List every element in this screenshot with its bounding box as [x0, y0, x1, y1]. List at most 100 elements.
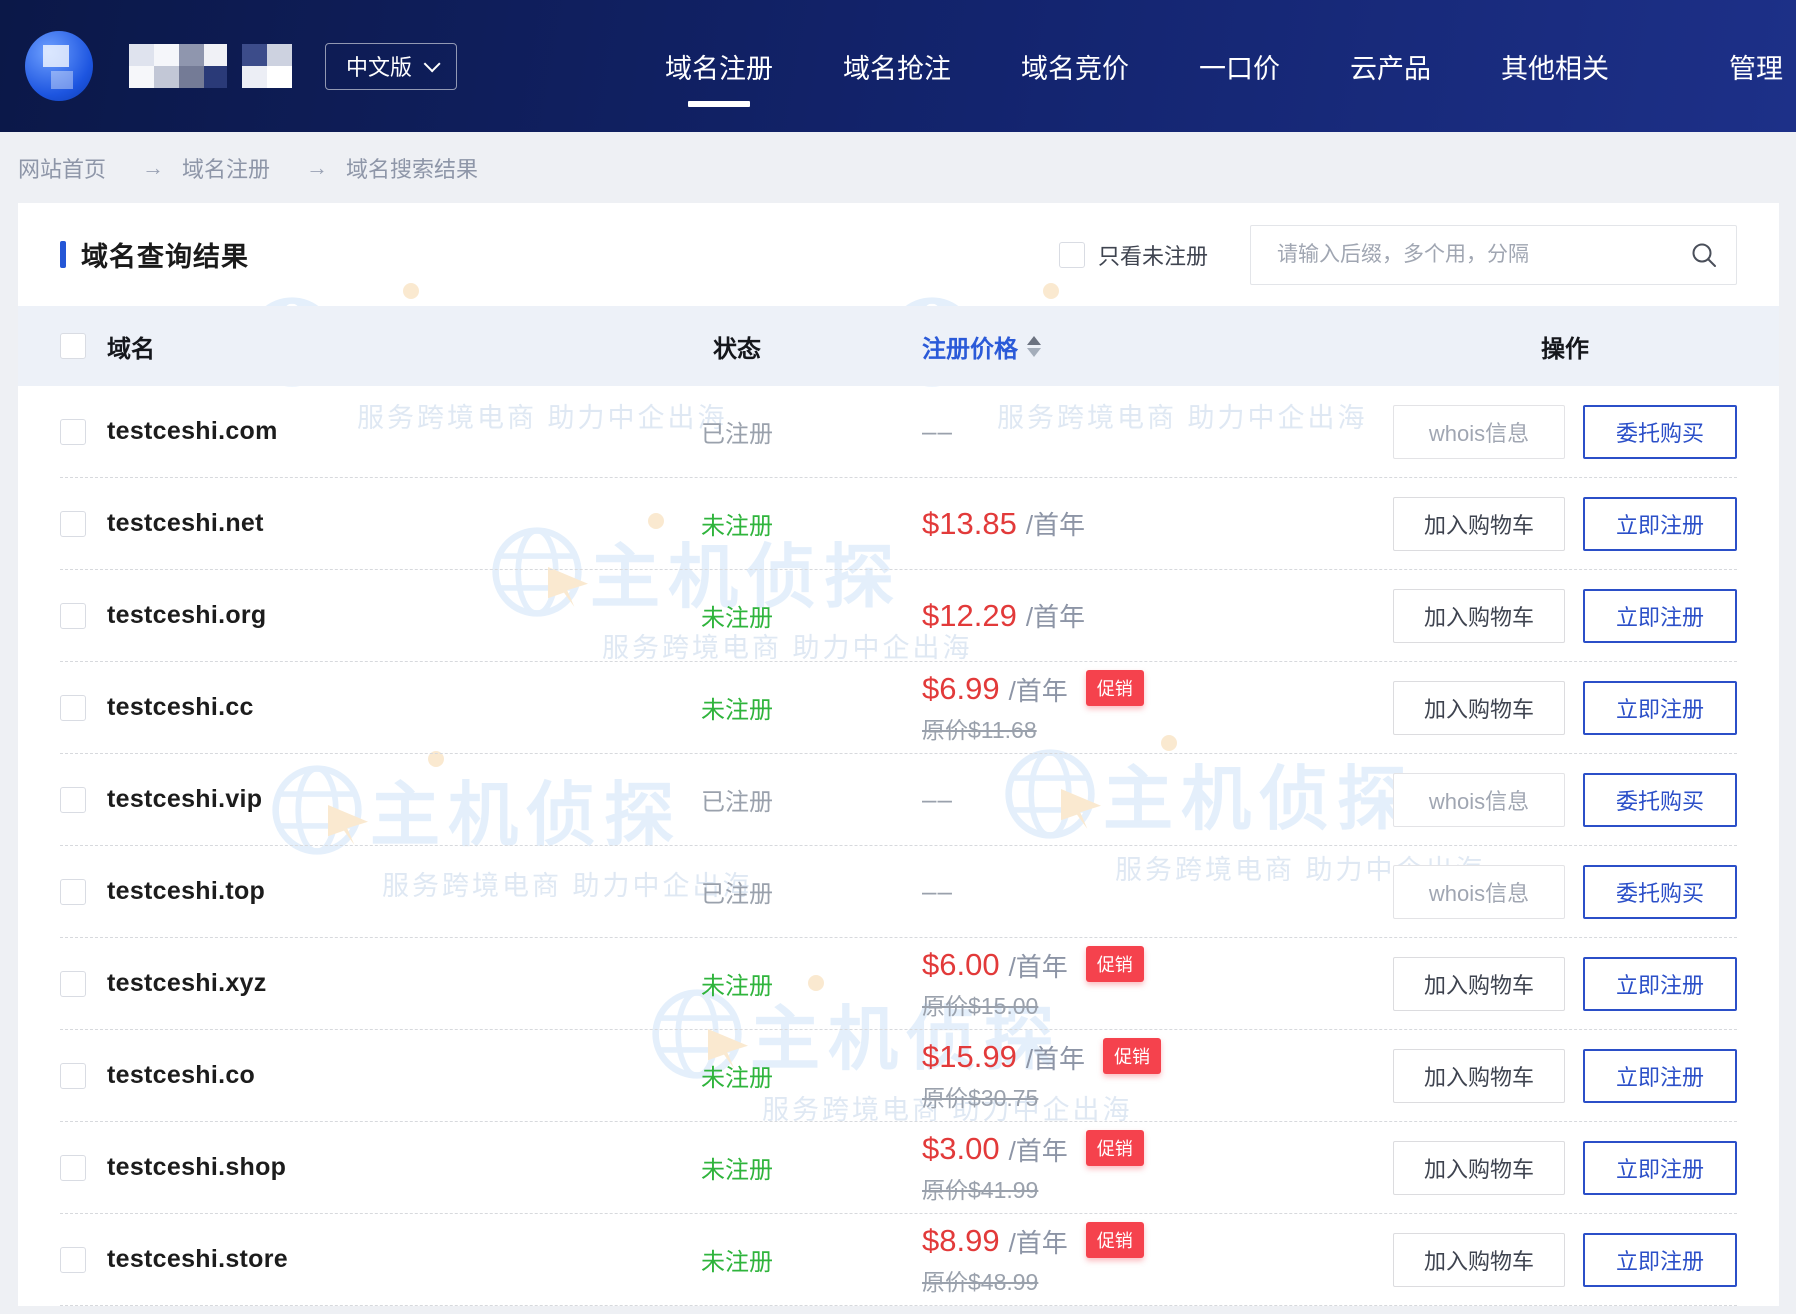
results-card: 主机侦探 服务跨境电商 助力中企出海 主机侦探 服务跨境电商 助力中企出海 主机… — [18, 203, 1779, 1306]
price-value: $13.85 — [922, 505, 1017, 541]
price-unit: /首年 — [1025, 602, 1086, 632]
whois-button[interactable]: whois信息 — [1393, 772, 1565, 827]
nav-item-buy-now[interactable]: 一口价 — [1199, 47, 1280, 86]
table-row: testceshi.net 未注册 $13.85 /首年 加入购物车 立即注册 — [60, 478, 1737, 570]
select-all-checkbox[interactable] — [60, 333, 86, 359]
register-now-button[interactable]: 立即注册 — [1583, 956, 1737, 1011]
broker-buy-button[interactable]: 委托购买 — [1583, 404, 1737, 459]
domain-name: testceshi.xyz — [107, 969, 267, 997]
breadcrumb: 网站首页 → 域名注册 → 域名搜索结果 — [0, 132, 1796, 203]
broker-buy-button[interactable]: 委托购买 — [1583, 772, 1737, 827]
language-label: 中文版 — [346, 55, 413, 80]
domain-name: testceshi.net — [107, 509, 264, 537]
row-checkbox[interactable] — [60, 418, 86, 445]
price-unit: /首年 — [1008, 675, 1068, 706]
breadcrumb-arrow-icon: → — [306, 154, 329, 180]
price-value: $3.00 — [922, 1131, 1000, 1166]
original-price: 原价$30.75 — [922, 1084, 1039, 1111]
main-nav: 域名注册 域名抢注 域名竞价 一口价 云产品 其他相关 管理 — [665, 47, 1783, 86]
table-row: testceshi.shop 未注册 $3.00 /首年 促销 原价$41.99… — [60, 1122, 1737, 1214]
nav-item-domain-backorder[interactable]: 域名抢注 — [843, 47, 951, 86]
table-row: testceshi.org 未注册 $12.29 /首年 加入购物车 立即注册 — [60, 570, 1737, 662]
row-checkbox[interactable] — [60, 694, 86, 721]
header-price-sort[interactable]: 注册价格 — [922, 329, 1041, 364]
domain-name: testceshi.store — [107, 1245, 288, 1273]
row-checkbox[interactable] — [60, 602, 86, 629]
original-price: 原价$15.00 — [922, 992, 1039, 1019]
price-unit: /首年 — [1008, 1135, 1068, 1166]
register-now-button[interactable]: 立即注册 — [1583, 1232, 1737, 1287]
domain-name: testceshi.cc — [107, 693, 254, 721]
register-now-button[interactable]: 立即注册 — [1583, 588, 1737, 643]
nav-item-cloud-products[interactable]: 云产品 — [1350, 47, 1431, 86]
price-unit: /首年 — [1008, 1227, 1068, 1258]
unregistered-filter[interactable]: 只看未注册 — [1058, 239, 1208, 271]
site-logo[interactable] — [25, 31, 292, 101]
filter-checkbox[interactable] — [1058, 241, 1085, 268]
domain-name: testceshi.com — [107, 417, 278, 445]
logo-globe-icon — [25, 31, 93, 101]
row-checkbox[interactable] — [60, 510, 86, 537]
nav-item-domain-register[interactable]: 域名注册 — [665, 47, 773, 86]
table-row: testceshi.com 已注册 –– whois信息 委托购买 — [60, 386, 1737, 478]
row-checkbox[interactable] — [60, 970, 86, 997]
domain-name: testceshi.shop — [107, 1153, 287, 1181]
language-selector[interactable]: 中文版 — [325, 42, 458, 90]
table-row: testceshi.top 已注册 –– whois信息 委托购买 — [60, 846, 1737, 938]
original-price: 原价$41.99 — [922, 1176, 1039, 1203]
broker-buy-button[interactable]: 委托购买 — [1583, 864, 1737, 919]
whois-button[interactable]: whois信息 — [1393, 404, 1565, 459]
promo-badge: 促销 — [1103, 1038, 1162, 1074]
row-checkbox[interactable] — [60, 1154, 86, 1181]
nav-item-admin[interactable]: 管理 — [1729, 47, 1783, 86]
search-icon[interactable] — [1690, 241, 1718, 269]
page-title: 域名查询结果 — [81, 242, 249, 272]
table-row: testceshi.store 未注册 $8.99 /首年 促销 原价$48.9… — [60, 1214, 1737, 1306]
breadcrumb-arrow-icon: → — [142, 154, 165, 180]
register-now-button[interactable]: 立即注册 — [1583, 680, 1737, 735]
status-unregistered: 未注册 — [701, 1157, 773, 1184]
suffix-search-box — [1250, 224, 1737, 285]
add-to-cart-button[interactable]: 加入购物车 — [1393, 588, 1565, 643]
title-accent-bar — [60, 241, 66, 268]
add-to-cart-button[interactable]: 加入购物车 — [1393, 496, 1565, 551]
status-unregistered: 未注册 — [701, 1065, 773, 1092]
price-value: $6.99 — [922, 671, 1000, 706]
add-to-cart-button[interactable]: 加入购物车 — [1393, 1048, 1565, 1103]
price-unit: /首年 — [1025, 1043, 1086, 1074]
logo-text-censored — [129, 44, 292, 88]
register-now-button[interactable]: 立即注册 — [1583, 1140, 1737, 1195]
row-checkbox[interactable] — [60, 878, 86, 905]
row-checkbox[interactable] — [60, 786, 86, 813]
domain-name: testceshi.vip — [107, 785, 263, 813]
breadcrumb-search-results: 域名搜索结果 — [346, 156, 479, 182]
header-domain: 域名 — [107, 335, 155, 363]
price-unit: /首年 — [1008, 951, 1068, 982]
nav-item-other[interactable]: 其他相关 — [1501, 47, 1609, 86]
suffix-search-input[interactable] — [1275, 241, 1690, 268]
header-status: 状态 — [713, 335, 761, 363]
nav-item-domain-auction[interactable]: 域名竞价 — [1021, 47, 1129, 86]
add-to-cart-button[interactable]: 加入购物车 — [1393, 680, 1565, 735]
register-now-button[interactable]: 立即注册 — [1583, 1048, 1737, 1103]
breadcrumb-domain-register[interactable]: 域名注册 — [182, 152, 270, 184]
register-now-button[interactable]: 立即注册 — [1583, 496, 1737, 551]
add-to-cart-button[interactable]: 加入购物车 — [1393, 956, 1565, 1011]
whois-button[interactable]: whois信息 — [1393, 864, 1565, 919]
status-registered: 已注册 — [701, 421, 773, 448]
price-value: $6.00 — [922, 947, 1000, 982]
promo-badge: 促销 — [1085, 946, 1144, 982]
breadcrumb-home[interactable]: 网站首页 — [18, 152, 106, 184]
add-to-cart-button[interactable]: 加入购物车 — [1393, 1140, 1565, 1195]
row-checkbox[interactable] — [60, 1246, 86, 1273]
price-value: $8.99 — [922, 1223, 1000, 1258]
original-price: 原价$48.99 — [922, 1268, 1039, 1295]
row-checkbox[interactable] — [60, 1062, 86, 1089]
add-to-cart-button[interactable]: 加入购物车 — [1393, 1232, 1565, 1287]
status-unregistered: 未注册 — [701, 605, 773, 632]
price-empty: –– — [922, 784, 953, 814]
chevron-down-icon — [423, 55, 441, 73]
top-navbar: 中文版 域名注册 域名抢注 域名竞价 一口价 云产品 其他相关 管理 — [0, 0, 1796, 132]
filter-label: 只看未注册 — [1097, 243, 1208, 269]
header-action: 操作 — [1541, 335, 1589, 363]
